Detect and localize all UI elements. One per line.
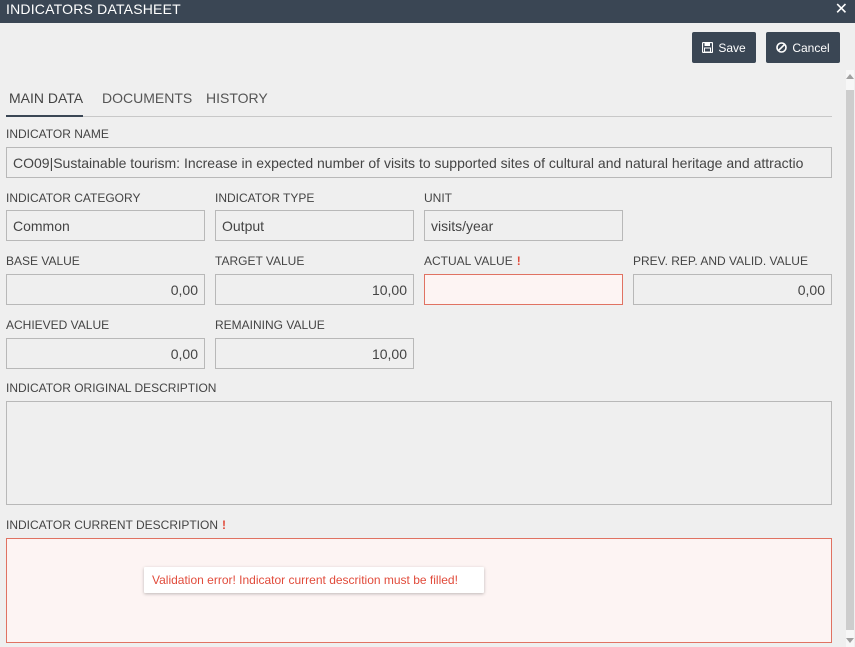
indicator-category-label: INDICATOR CATEGORY [6,191,141,205]
vertical-scrollbar[interactable] [845,70,855,647]
save-label: Save [718,40,746,55]
tab-documents[interactable]: DOCUMENTS [102,90,192,106]
tab-main-data[interactable]: MAIN DATA [9,90,83,106]
target-value-label: TARGET VALUE [215,254,305,268]
indicator-name-field[interactable]: CO09|Sustainable tourism: Increase in ex… [6,147,832,178]
window-title: INDICATORS DATASHEET [6,1,181,17]
indicator-category-field[interactable]: Common [6,210,205,241]
unit-label: UNIT [424,191,452,205]
ban-icon [776,42,788,53]
close-icon[interactable]: ✕ [835,0,848,20]
required-mark-icon: ! [516,254,521,268]
indicator-type-field[interactable]: Output [215,210,414,241]
current-description-label-text: INDICATOR CURRENT DESCRIPTION [6,518,219,532]
actual-value-label-text: ACTUAL VALUE [424,254,513,268]
original-description-textarea[interactable] [6,401,832,505]
base-value-label: BASE VALUE [6,254,80,268]
active-tab-indicator [6,115,83,117]
validation-error-message: Validation error! Indicator current desc… [152,573,458,587]
save-button[interactable]: Save [692,32,756,63]
floppy-disk-icon [702,42,714,53]
current-description-label: INDICATOR CURRENT DESCRIPTION! [6,518,226,532]
cancel-label: Cancel [792,40,830,55]
tab-history[interactable]: HISTORY [206,90,268,106]
indicator-name-label: INDICATOR NAME [6,127,109,141]
scroll-up-arrow-icon[interactable] [846,74,854,79]
scrollbar-thumb[interactable] [846,90,854,630]
prev-rep-value-field[interactable]: 0,00 [633,274,832,305]
original-description-label: INDICATOR ORIGINAL DESCRIPTION [6,381,217,395]
window-titlebar: INDICATORS DATASHEET ✕ [0,0,855,23]
remaining-value-field[interactable]: 10,00 [215,338,414,369]
achieved-value-field[interactable]: 0,00 [6,338,205,369]
remaining-value-label: REMAINING VALUE [215,318,325,332]
tab-bar: MAIN DATA DOCUMENTS HISTORY [6,83,832,117]
scroll-down-arrow-icon[interactable] [846,638,854,643]
actual-value-label: ACTUAL VALUE! [424,254,521,268]
cancel-button[interactable]: Cancel [766,32,840,63]
validation-error-tooltip: Validation error! Indicator current desc… [144,567,484,593]
achieved-value-label: ACHIEVED VALUE [6,318,110,332]
target-value-field[interactable]: 10,00 [215,274,414,305]
base-value-field[interactable]: 0,00 [6,274,205,305]
unit-field[interactable]: visits/year [424,210,623,241]
prev-rep-value-label: PREV. REP. AND VALID. VALUE [633,254,808,268]
required-mark-icon: ! [222,518,227,532]
indicator-type-label: INDICATOR TYPE [215,191,315,205]
actual-value-input[interactable] [424,274,623,305]
